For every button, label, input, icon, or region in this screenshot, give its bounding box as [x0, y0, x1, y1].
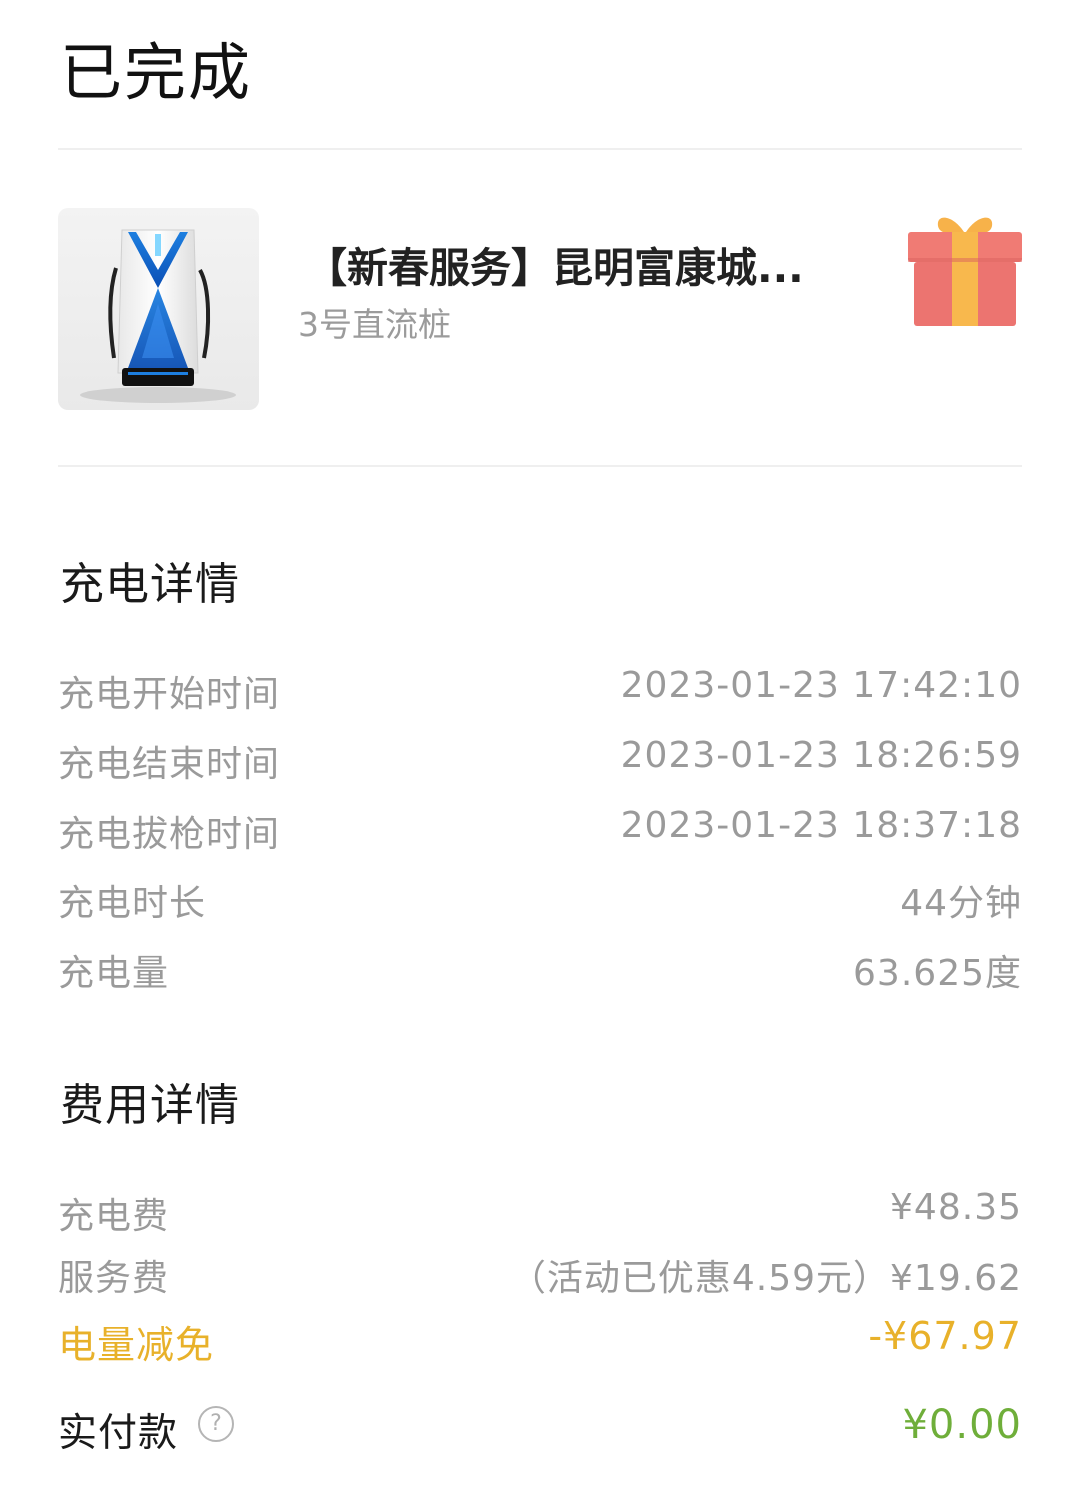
gift-icon[interactable] — [906, 210, 1024, 330]
row-value: 44分钟 — [900, 883, 1022, 924]
charge-fee-row: 充电费 ¥48.35 — [58, 1187, 1022, 1237]
charging-pile-number: 3号直流桩 — [298, 305, 451, 344]
charging-amount-row: 充电量 63.625度 — [58, 944, 1022, 994]
row-label: 服务费 — [58, 1258, 170, 1299]
unplug-time-row: 充电拔枪时间 2023-01-23 18:37:18 — [58, 805, 1022, 855]
row-label: 充电量 — [58, 953, 170, 994]
row-value: -¥67.97 — [868, 1314, 1022, 1358]
row-value: ¥0.00 — [902, 1402, 1022, 1448]
service-fee-row: 服务费 （活动已优惠4.59元）¥19.62 — [58, 1249, 1022, 1299]
station-card[interactable]: 【新春服务】昆明富康城... 3号直流桩 — [58, 208, 1022, 410]
help-icon[interactable]: ? — [198, 1406, 234, 1442]
row-value: （活动已优惠4.59元）¥19.62 — [509, 1258, 1022, 1299]
actual-payment-row: 实付款 ? ¥0.00 — [58, 1402, 1022, 1456]
fee-details-title: 费用详情 — [60, 1080, 240, 1131]
top-divider — [58, 148, 1022, 150]
row-label: 充电结束时间 — [58, 744, 281, 785]
charging-pile-image — [58, 208, 259, 410]
middle-divider — [58, 465, 1022, 467]
row-label: 充电拔枪时间 — [58, 814, 281, 855]
row-value: ¥48.35 — [890, 1187, 1022, 1228]
row-label: 充电费 — [58, 1196, 170, 1237]
row-label: 充电时长 — [58, 883, 207, 924]
row-value: 2023-01-23 17:42:10 — [620, 665, 1022, 706]
charging-details-title: 充电详情 — [60, 559, 240, 610]
row-value: 63.625度 — [853, 953, 1022, 994]
row-label: 电量减免 — [58, 1323, 215, 1367]
row-label: 充电开始时间 — [58, 674, 281, 715]
row-label: 实付款 — [58, 1411, 179, 1456]
row-value: 2023-01-23 18:37:18 — [620, 805, 1022, 846]
charging-start-time-row: 充电开始时间 2023-01-23 17:42:10 — [58, 665, 1022, 715]
energy-discount-row: 电量减免 -¥67.97 — [58, 1314, 1022, 1367]
charging-end-time-row: 充电结束时间 2023-01-23 18:26:59 — [58, 735, 1022, 785]
station-name: 【新春服务】昆明富康城... — [306, 244, 804, 292]
charging-duration-row: 充电时长 44分钟 — [58, 874, 1022, 924]
order-status-title: 已完成 — [60, 36, 253, 109]
row-value: 2023-01-23 18:26:59 — [620, 735, 1022, 776]
